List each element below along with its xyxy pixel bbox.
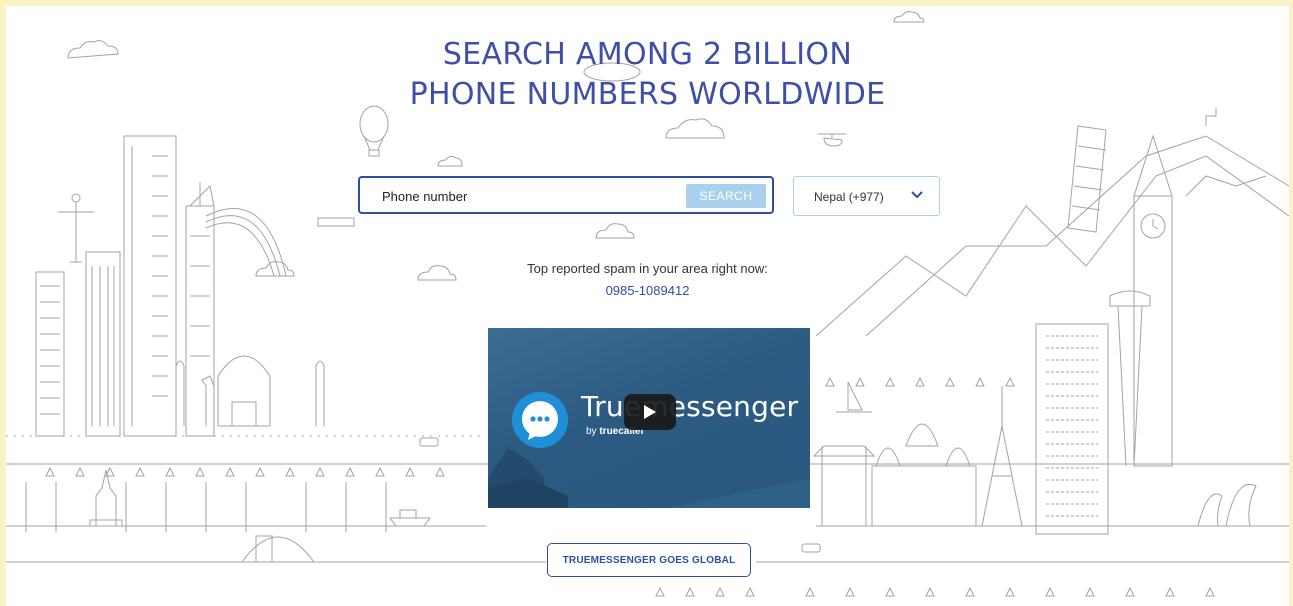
headline-line-2: PHONE NUMBERS WORLDWIDE	[409, 77, 886, 112]
country-code-select[interactable]: Nepal (+977)	[793, 176, 940, 216]
video-title: Truemessenger	[581, 390, 799, 423]
play-icon	[644, 405, 656, 419]
search-box: SEARCH	[358, 176, 774, 214]
spam-number-link[interactable]: 0985-1089412	[6, 283, 1289, 298]
search-button[interactable]: SEARCH	[686, 184, 766, 208]
page-canvas: SEARCH AMONG 2 BILLION PHONE NUMBERS WOR…	[6, 6, 1289, 606]
truemessenger-logo-icon	[512, 392, 568, 448]
headline-line-1: SEARCH AMONG 2 BILLION	[442, 37, 853, 72]
country-code-value: Nepal (+977)	[814, 190, 884, 204]
chevron-down-icon	[911, 191, 923, 199]
video-byline-prefix: by	[586, 426, 597, 437]
video-player[interactable]: Truemessenger by truecaller	[488, 328, 810, 508]
truemessenger-goes-global-button[interactable]: TRUEMESSENGER GOES GLOBAL	[547, 543, 751, 577]
spam-label: Top reported spam in your area right now…	[527, 261, 768, 276]
play-button[interactable]	[624, 394, 676, 430]
phone-number-input[interactable]	[382, 187, 682, 205]
